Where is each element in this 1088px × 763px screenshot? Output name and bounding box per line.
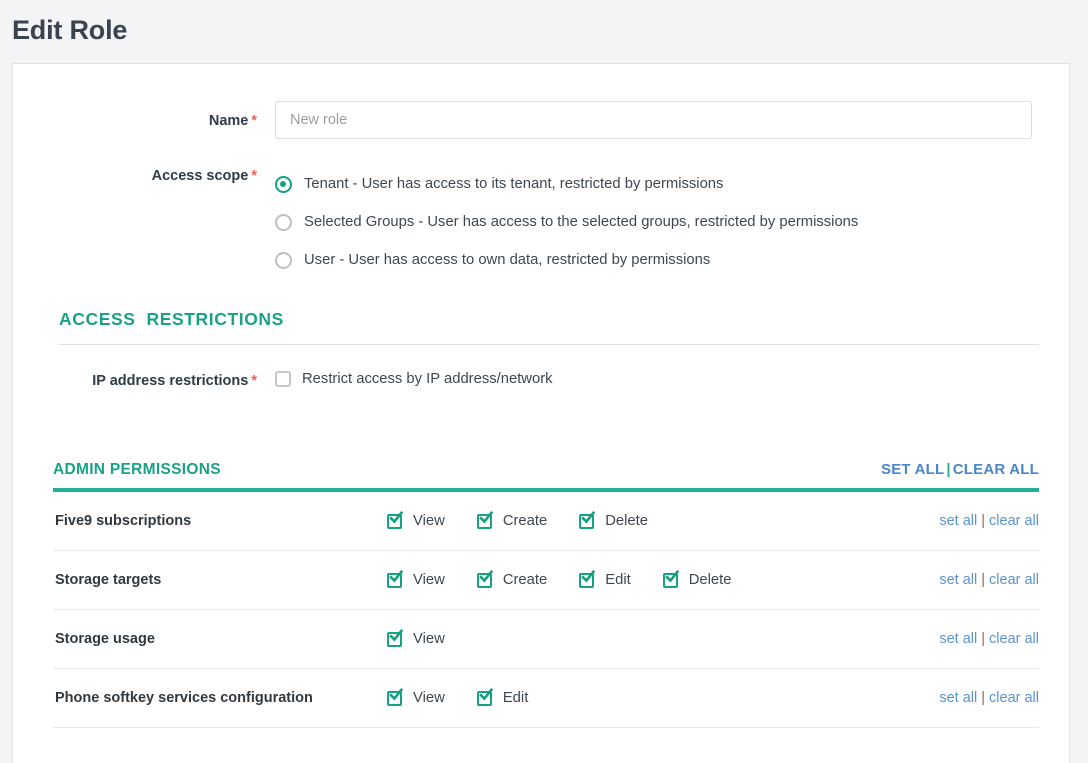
checkbox-checked-icon[interactable] — [387, 510, 404, 530]
name-required-asterisk: * — [251, 113, 257, 129]
permission-checkbox-label: Create — [502, 572, 548, 588]
row-bulk-actions: set all | clear all — [939, 690, 1039, 706]
row-set-all-link[interactable]: set all — [939, 631, 977, 647]
admin-permissions-header: ADMIN PERMISSIONS SET ALL | CLEAR ALL — [53, 461, 1039, 488]
bulk-actions-separator: | — [946, 461, 951, 478]
name-input[interactable] — [275, 101, 1032, 139]
section-divider — [59, 344, 1039, 345]
radio-option-tenant-label: Tenant - User has access to its tenant, … — [304, 176, 724, 192]
checkbox-checked-icon[interactable] — [387, 628, 404, 648]
radio-selected-icon — [275, 175, 292, 193]
checkbox-checked-icon[interactable] — [476, 569, 494, 589]
access-scope-row: Access scope * Tenant - User has access t… — [13, 165, 1069, 279]
checkbox-checked-icon[interactable] — [476, 510, 494, 530]
table-row: Storage targets View Create Edit Delete set… — [53, 551, 1039, 610]
table-row: Five9 subscriptions View Create Delete set… — [53, 492, 1039, 551]
permission-checkbox-label: View — [413, 690, 445, 706]
permission-checkbox-label: Edit — [502, 690, 529, 706]
permission-checkbox-delete[interactable]: Delete — [662, 569, 732, 589]
permission-checkbox-label: View — [413, 631, 445, 647]
radio-unselected-icon — [275, 213, 292, 231]
permission-checkbox-create[interactable]: Create — [476, 569, 548, 589]
name-label-text: Name — [208, 113, 249, 129]
name-field-row: Name * — [13, 101, 1069, 139]
radio-unselected-icon — [275, 251, 292, 269]
permission-checkbox-label: Delete — [605, 513, 649, 529]
row-bulk-actions: set all | clear all — [939, 572, 1039, 588]
permission-resource-name: Phone softkey services configuration — [55, 690, 313, 706]
access-restrictions-heading: ACCESS RESTRICTIONS — [59, 309, 284, 329]
permission-resource-name: Storage targets — [55, 572, 162, 588]
permission-checkbox-view[interactable]: View — [387, 510, 445, 530]
permission-resource-name: Storage usage — [55, 631, 155, 647]
permission-checkbox-edit[interactable]: Edit — [579, 569, 631, 589]
permission-checkbox-view[interactable]: View — [387, 569, 445, 589]
radio-option-user-label: User - User has access to own data, rest… — [304, 252, 711, 268]
ip-restrictions-label: IP address restrictions * — [13, 371, 275, 389]
checkbox-unchecked-icon[interactable] — [275, 371, 291, 387]
checkbox-checked-icon[interactable] — [476, 687, 494, 707]
radio-option-selected-groups[interactable]: Selected Groups - User has access to the… — [275, 203, 858, 241]
row-set-all-link[interactable]: set all — [939, 572, 977, 588]
table-row: Storage usage View set all | clear all — [53, 610, 1039, 669]
radio-option-tenant[interactable]: Tenant - User has access to its tenant, … — [275, 165, 858, 203]
checkbox-checked-icon[interactable] — [579, 510, 596, 530]
admin-permissions-section: ADMIN PERMISSIONS SET ALL | CLEAR ALL Five… — [13, 461, 1069, 728]
admin-permissions-bulk-actions: SET ALL | CLEAR ALL — [881, 461, 1039, 478]
ip-restrict-checkbox-row[interactable]: Restrict access by IP address/network — [275, 371, 553, 387]
checkbox-checked-icon[interactable] — [579, 569, 596, 589]
checkbox-checked-icon[interactable] — [662, 569, 680, 589]
permission-checkbox-create[interactable]: Create — [476, 510, 548, 530]
access-scope-label-text: Access scope — [151, 168, 249, 184]
row-clear-all-link[interactable]: clear all — [989, 631, 1039, 647]
permission-checkbox-view[interactable]: View — [387, 687, 445, 707]
clear-all-button[interactable]: CLEAR ALL — [953, 461, 1039, 478]
row-bulk-actions: set all | clear all — [939, 631, 1039, 647]
access-scope-label: Access scope * — [13, 165, 275, 184]
ip-restrict-checkbox-label: Restrict access by IP address/network — [302, 371, 553, 387]
permission-checkbox-group: View — [387, 628, 939, 648]
permission-checkbox-label: View — [413, 572, 445, 588]
row-bulk-separator: | — [981, 572, 986, 588]
admin-permissions-heading: ADMIN PERMISSIONS — [53, 461, 221, 478]
permission-checkbox-label: Create — [502, 513, 548, 529]
permission-checkbox-edit[interactable]: Edit — [476, 687, 529, 707]
access-restrictions-section: ACCESS RESTRICTIONS — [13, 309, 1069, 345]
row-set-all-link[interactable]: set all — [939, 690, 977, 706]
row-set-all-link[interactable]: set all — [939, 513, 977, 529]
set-all-button[interactable]: SET ALL — [881, 461, 944, 478]
permission-checkbox-delete[interactable]: Delete — [579, 510, 649, 530]
ip-restrictions-label-text: IP address restrictions — [92, 373, 249, 389]
radio-option-user[interactable]: User - User has access to own data, rest… — [275, 241, 858, 279]
row-clear-all-link[interactable]: clear all — [989, 513, 1039, 529]
edit-role-card: Name* Access scope* Tenant - User has ac… — [12, 63, 1070, 763]
permission-checkbox-label: Edit — [605, 572, 631, 588]
permission-checkbox-label: View — [413, 513, 445, 529]
row-bulk-separator: | — [981, 513, 986, 529]
admin-permissions-table: Five9 subscriptions View Create Delete set… — [53, 492, 1039, 728]
permission-checkbox-view[interactable]: View — [387, 628, 445, 648]
row-clear-all-link[interactable]: clear all — [989, 690, 1039, 706]
permission-resource-name: Five9 subscriptions — [55, 513, 192, 529]
permission-checkbox-group: View Edit — [387, 687, 939, 707]
checkbox-checked-icon[interactable] — [387, 569, 404, 589]
table-row: Phone softkey services configuration Vie… — [53, 669, 1039, 728]
row-clear-all-link[interactable]: clear all — [989, 572, 1039, 588]
name-label: Name * — [13, 101, 275, 129]
row-bulk-separator: | — [981, 631, 986, 647]
row-bulk-separator: | — [981, 690, 986, 706]
access-scope-radio-group: Tenant - User has access to its tenant, … — [275, 165, 858, 279]
page-title: Edit Role — [12, 15, 128, 45]
ip-required-asterisk: * — [251, 373, 257, 389]
permission-checkbox-group: View Create Delete — [387, 510, 939, 530]
permission-checkbox-group: View Create Edit Delete — [387, 569, 939, 589]
ip-restrictions-row: IP address restrictions * Restrict access… — [13, 371, 1069, 389]
row-bulk-actions: set all | clear all — [939, 513, 1039, 529]
radio-option-selected-groups-label: Selected Groups - User has access to the… — [304, 214, 859, 230]
permission-checkbox-label: Delete — [688, 572, 732, 588]
access-scope-required-asterisk: * — [251, 168, 257, 184]
checkbox-checked-icon[interactable] — [387, 687, 404, 707]
